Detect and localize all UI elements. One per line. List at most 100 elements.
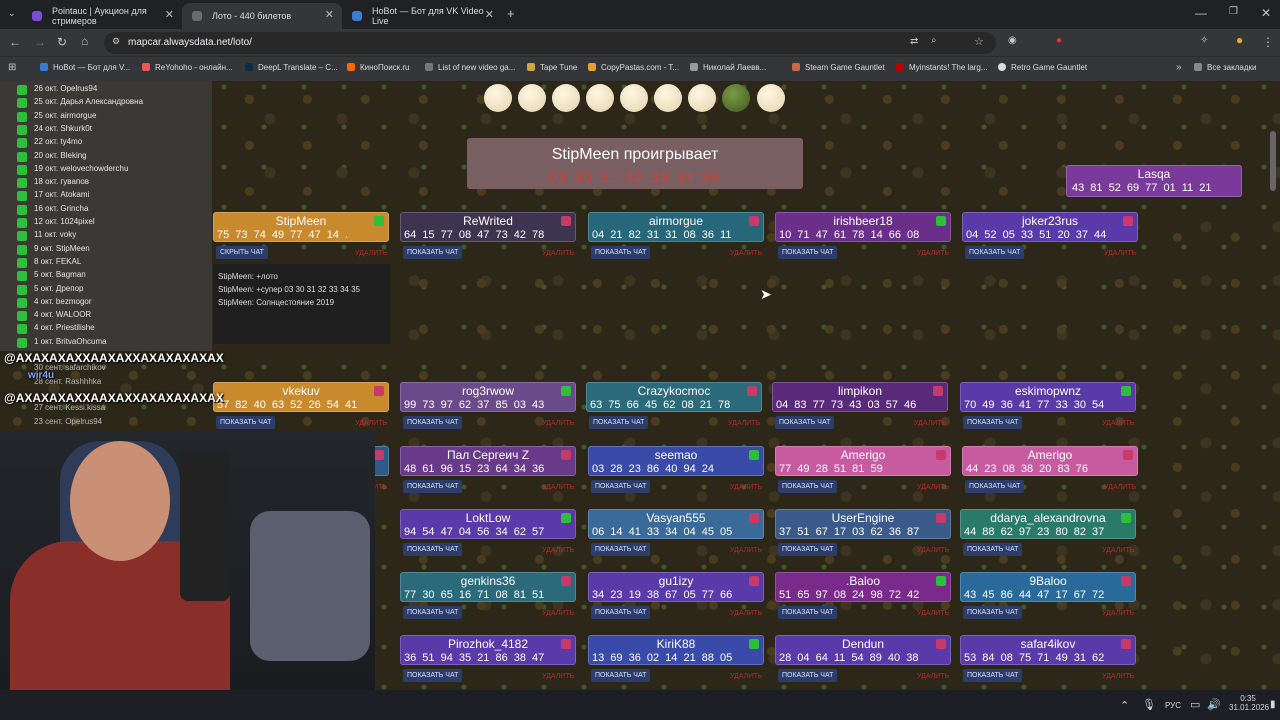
delete-button[interactable]: УДАЛИТЬ <box>917 610 949 617</box>
language-indicator[interactable]: РУС <box>1165 701 1181 710</box>
address-bar[interactable]: ⚙ mapcar.alwaysdata.net/loto/ ⇄ ⌕ ☆ <box>104 32 996 54</box>
show-chat-button[interactable]: ПОКАЗАТЬ ЧАТ <box>778 480 838 493</box>
show-chat-button[interactable]: ПОКАЗАТЬ ЧАТ <box>216 416 276 429</box>
show-chat-button[interactable]: ПОКАЗАТЬ ЧАТ <box>778 606 838 619</box>
bookmark-item[interactable]: HoBot — Бот для V... <box>40 63 130 72</box>
delete-button[interactable]: УДАЛИТЬ <box>542 610 574 617</box>
show-chat-button[interactable]: ПОКАЗАТЬ ЧАТ <box>403 416 463 429</box>
delete-button[interactable]: УДАЛИТЬ <box>730 673 762 680</box>
delete-button[interactable]: УДАЛИТЬ <box>1102 673 1134 680</box>
network-icon[interactable]: ▭ <box>1190 698 1200 711</box>
minimize-icon[interactable]: — <box>1195 6 1207 20</box>
delete-button[interactable]: УДАЛИТЬ <box>355 250 387 257</box>
delete-button[interactable]: УДАЛИТЬ <box>1104 250 1136 257</box>
delete-button[interactable]: УДАЛИТЬ <box>730 610 762 617</box>
delete-button[interactable]: УДАЛИТЬ <box>1104 484 1136 491</box>
all-bookmarks[interactable]: Все закладки <box>1194 63 1256 72</box>
bookmark-item[interactable]: DeepL Translate – С... <box>245 63 338 72</box>
menu-icon[interactable]: ⋮ <box>1262 35 1274 49</box>
delete-button[interactable]: УДАЛИТЬ <box>917 547 949 554</box>
show-chat-button[interactable]: ПОКАЗАТЬ ЧАТ <box>591 480 651 493</box>
more-bookmarks-icon[interactable]: » <box>1176 62 1182 73</box>
close-tab-icon[interactable]: ✕ <box>165 8 174 21</box>
delete-button[interactable]: УДАЛИТЬ <box>542 673 574 680</box>
show-chat-button[interactable]: ПОКАЗАТЬ ЧАТ <box>403 246 463 259</box>
delete-button[interactable]: УДАЛИТЬ <box>355 420 387 427</box>
show-chat-button[interactable]: ПОКАЗАТЬ ЧАТ <box>591 669 651 682</box>
delete-button[interactable]: УДАЛИТЬ <box>917 484 949 491</box>
bookmark-item[interactable]: Myinstants! The larg... <box>896 63 988 72</box>
apps-grid-icon[interactable]: ⊞ <box>8 62 16 73</box>
bookmark-star-icon[interactable]: ☆ <box>974 35 984 48</box>
show-chat-button[interactable]: ПОКАЗАТЬ ЧАТ <box>589 416 649 429</box>
delete-button[interactable]: УДАЛИТЬ <box>1102 610 1134 617</box>
show-chat-button[interactable]: ПОКАЗАТЬ ЧАТ <box>963 416 1023 429</box>
show-chat-button[interactable]: ПОКАЗАТЬ ЧАТ <box>403 480 463 493</box>
extension-icon[interactable]: ● <box>1056 35 1062 46</box>
bookmark-item[interactable]: ReYohoho - онлайн... <box>142 63 233 72</box>
maximize-icon[interactable]: ❐ <box>1229 6 1238 17</box>
show-chat-button[interactable]: ПОКАЗАТЬ ЧАТ <box>963 669 1023 682</box>
extensions-puzzle-icon[interactable]: ✧ <box>1200 35 1208 46</box>
show-chat-button[interactable]: ПОКАЗАТЬ ЧАТ <box>403 606 463 619</box>
bookmark-item[interactable]: Николай Лаевв... <box>690 63 766 72</box>
delete-button[interactable]: УДАЛИТЬ <box>1102 547 1134 554</box>
url-text[interactable]: mapcar.alwaysdata.net/loto/ <box>128 37 252 48</box>
bookmark-item[interactable]: КиноПоиск.ru <box>347 63 410 72</box>
delete-button[interactable]: УДАЛИТЬ <box>917 673 949 680</box>
volume-icon[interactable]: 🔊 <box>1207 698 1221 711</box>
show-chat-button[interactable]: ПОКАЗАТЬ ЧАТ <box>403 669 463 682</box>
bookmark-item[interactable]: CopyPastas.com - T... <box>588 63 679 72</box>
tab-pointauc[interactable]: Pointauc | Аукцион для стримеров ✕ <box>22 3 182 29</box>
delete-button[interactable]: УДАЛИТЬ <box>542 547 574 554</box>
delete-button[interactable]: УДАЛИТЬ <box>542 420 574 427</box>
profile-avatar-icon[interactable]: ● <box>1236 33 1243 47</box>
show-chat-button[interactable]: ПОКАЗАТЬ ЧАТ <box>963 543 1023 556</box>
bookmark-item[interactable]: Tape Tune <box>527 63 577 72</box>
delete-button[interactable]: УДАЛИТЬ <box>914 420 946 427</box>
show-chat-button[interactable]: ПОКАЗАТЬ ЧАТ <box>591 543 651 556</box>
tray-chevron-icon[interactable]: ⌃ <box>1120 699 1129 712</box>
show-chat-button[interactable]: ПОКАЗАТЬ ЧАТ <box>591 246 651 259</box>
show-chat-button[interactable]: ПОКАЗАТЬ ЧАТ <box>591 606 651 619</box>
site-info-icon[interactable]: ⚙ <box>112 36 120 47</box>
delete-button[interactable]: УДАЛИТЬ <box>730 547 762 554</box>
delete-button[interactable]: УДАЛИТЬ <box>917 250 949 257</box>
new-tab-icon[interactable]: + <box>507 6 515 21</box>
close-window-icon[interactable]: ✕ <box>1261 6 1271 20</box>
reload-icon[interactable]: ↻ <box>57 35 67 49</box>
hide-chat-button[interactable]: СКРЫТЬ ЧАТ <box>216 246 268 259</box>
close-tab-icon[interactable]: ✕ <box>325 8 334 21</box>
close-tab-icon[interactable]: ✕ <box>485 8 494 21</box>
show-chat-button[interactable]: ПОКАЗАТЬ ЧАТ <box>965 480 1025 493</box>
tab-search-icon[interactable]: ⌄ <box>8 8 16 19</box>
notification-icon[interactable]: ▮ <box>1270 699 1276 710</box>
bookmark-item[interactable]: Retro Game Gauntlet <box>998 63 1087 72</box>
forward-icon[interactable]: → <box>34 35 46 49</box>
home-icon[interactable]: ⌂ <box>81 34 88 48</box>
bookmark-item[interactable]: List of new video ga... <box>425 63 515 72</box>
clock[interactable]: 0:35 31.01.2026 <box>1229 694 1269 712</box>
delete-button[interactable]: УДАЛИТЬ <box>730 484 762 491</box>
show-chat-button[interactable]: ПОКАЗАТЬ ЧАТ <box>778 669 838 682</box>
show-chat-button[interactable]: ПОКАЗАТЬ ЧАТ <box>965 246 1025 259</box>
tab-loto[interactable]: Лото - 440 билетов ✕ <box>182 3 342 29</box>
show-chat-button[interactable]: ПОКАЗАТЬ ЧАТ <box>775 416 835 429</box>
delete-button[interactable]: УДАЛИТЬ <box>542 484 574 491</box>
delete-button[interactable]: УДАЛИТЬ <box>542 250 574 257</box>
extension-icon[interactable]: ◉ <box>1008 35 1017 46</box>
zoom-icon[interactable]: ⌕ <box>931 35 937 46</box>
mic-icon[interactable]: 🎙 <box>1142 698 1156 711</box>
translate-icon[interactable]: ⇄ <box>910 36 918 47</box>
bookmark-item[interactable]: Steam Game Gauntlet <box>792 63 885 72</box>
scrollbar[interactable] <box>1270 131 1276 191</box>
show-chat-button[interactable]: ПОКАЗАТЬ ЧАТ <box>778 543 838 556</box>
tab-hobot[interactable]: HoBot — Бот для VK Video Live ✕ <box>342 3 502 29</box>
delete-button[interactable]: УДАЛИТЬ <box>728 420 760 427</box>
show-chat-button[interactable]: ПОКАЗАТЬ ЧАТ <box>778 246 838 259</box>
back-icon[interactable]: ← <box>9 35 21 49</box>
show-chat-button[interactable]: ПОКАЗАТЬ ЧАТ <box>963 606 1023 619</box>
delete-button[interactable]: УДАЛИТЬ <box>1102 420 1134 427</box>
show-chat-button[interactable]: ПОКАЗАТЬ ЧАТ <box>403 543 463 556</box>
delete-button[interactable]: УДАЛИТЬ <box>730 250 762 257</box>
